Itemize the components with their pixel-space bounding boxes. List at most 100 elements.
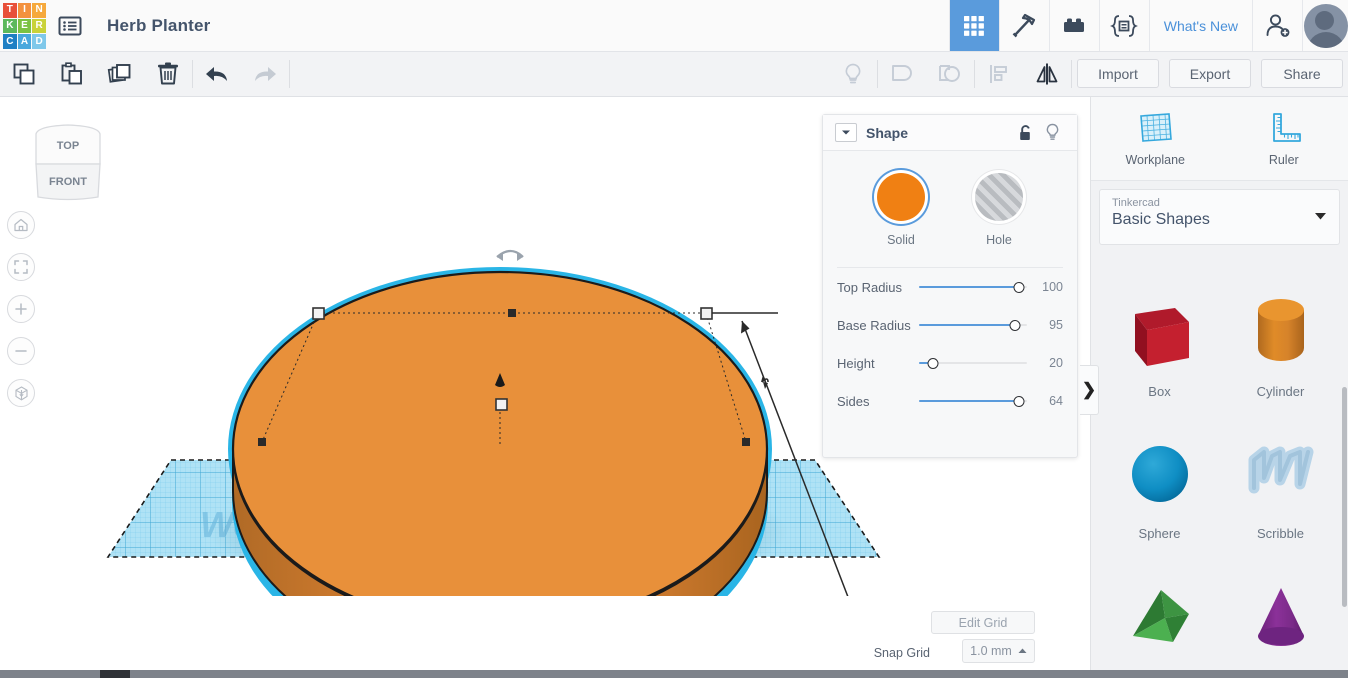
sidebar-item-workplane[interactable]: Workplane <box>1091 97 1220 180</box>
shape-item-sphere[interactable]: Sphere <box>1099 419 1220 559</box>
logo-letter-t: T <box>3 3 17 18</box>
group-icon[interactable] <box>878 52 926 96</box>
slider-label-top-radius: Top Radius <box>837 279 903 295</box>
snap-grid-select[interactable]: 1.0 mm <box>962 639 1035 663</box>
rotate-handle-top[interactable] <box>496 249 524 261</box>
logo-letter-a: A <box>17 34 32 49</box>
align-icon[interactable] <box>975 52 1023 96</box>
corner-handle-top-left <box>312 307 325 320</box>
redo-icon[interactable] <box>241 52 289 96</box>
shape-item-cylinder[interactable]: Cylinder <box>1220 277 1341 417</box>
shape-item-roof[interactable]: Roof <box>1099 561 1220 678</box>
import-button[interactable]: Import <box>1077 59 1159 88</box>
logo-letter-r: R <box>32 18 46 34</box>
slider-value-sides[interactable]: 64 <box>1033 394 1063 408</box>
sidebar-item-ruler[interactable]: Ruler <box>1220 97 1348 180</box>
whats-new-link[interactable]: What's New <box>1148 0 1252 51</box>
logo-letter-n: N <box>32 3 46 18</box>
tinkercad-logo[interactable]: T I N K E R C A D <box>0 0 47 52</box>
grid-view-icon[interactable] <box>948 0 999 51</box>
share-button[interactable]: Share <box>1261 59 1343 88</box>
library-name: Basic Shapes <box>1112 211 1210 228</box>
duplicate-icon[interactable] <box>96 52 144 96</box>
documents-list-button[interactable] <box>47 0 93 51</box>
footer-strip <box>0 670 1348 678</box>
shape-library-select[interactable]: Tinkercad Basic Shapes <box>1099 189 1340 245</box>
slider-label-sides: Sides <box>837 393 870 409</box>
shape-label-scribble: Scribble <box>1257 525 1304 541</box>
slider-sides: Sides 64 <box>823 382 1077 420</box>
shape-inspector-panel: Shape Solid Hole Top Radius 100 Base Rad… <box>822 114 1078 458</box>
shape-label-sphere: Sphere <box>1138 525 1181 541</box>
slider-label-height: Height <box>837 355 875 371</box>
codeblocks-icon[interactable] <box>1098 0 1149 51</box>
top-mode-icons: What's New <box>948 0 1348 51</box>
home-icon <box>13 217 29 233</box>
logo-grid: T I N K E R C A D <box>2 2 47 50</box>
hole-swatch[interactable] <box>975 173 1023 221</box>
delete-icon[interactable] <box>144 52 192 96</box>
top-bar: T I N K E R C A D Herb Planter What's Ne… <box>0 0 1348 52</box>
snap-grid-value: 1.0 mm <box>970 644 1012 658</box>
slider-value-base-radius[interactable]: 95 <box>1033 318 1063 332</box>
logo-letter-k: K <box>3 18 17 34</box>
view-cube-top-label: TOP <box>57 140 79 152</box>
slider-track-sides[interactable] <box>919 392 1033 410</box>
footer-seg-right <box>130 670 1348 678</box>
edit-toolbar: Import Export Share <box>0 52 1348 97</box>
codeblocks-pick-icon[interactable] <box>998 0 1049 51</box>
logo-letter-d: D <box>32 34 46 49</box>
toolbar-divider-5 <box>1071 60 1072 88</box>
chevron-down-icon[interactable] <box>1314 212 1327 221</box>
logo-letter-e: E <box>17 18 32 34</box>
light-bulb-icon[interactable] <box>829 52 877 96</box>
paste-icon[interactable] <box>48 52 96 96</box>
slider-value-height[interactable]: 20 <box>1033 356 1063 370</box>
fit-view-button[interactable] <box>7 253 35 281</box>
zoom-out-button[interactable] <box>7 337 35 365</box>
home-view-button[interactable] <box>7 211 35 239</box>
add-person-icon[interactable] <box>1252 0 1302 51</box>
copy-icon[interactable] <box>0 52 48 96</box>
corner-handle-top-right <box>700 307 713 320</box>
solid-option[interactable]: Solid <box>877 173 925 247</box>
solid-swatch[interactable] <box>877 173 925 221</box>
slider-track-top-radius[interactable] <box>919 278 1033 296</box>
shape-library-grid: Box Cylinder Sphere Scribble <box>1091 277 1348 678</box>
slider-value-top-radius[interactable]: 100 <box>1033 280 1063 294</box>
edge-handle-left <box>258 438 266 446</box>
export-button[interactable]: Export <box>1169 59 1251 88</box>
document-title[interactable]: Herb Planter <box>93 0 949 51</box>
sidebar-tools: Workplane Ruler <box>1091 97 1348 181</box>
sidebar-scrollbar[interactable] <box>1342 387 1347 607</box>
shape-item-box[interactable]: Box <box>1099 277 1220 417</box>
sidebar-label-workplane: Workplane <box>1125 152 1186 167</box>
slider-track-base-radius[interactable] <box>919 316 1033 334</box>
hole-option[interactable]: Hole <box>975 173 1023 247</box>
slider-label-base-radius: Base Radius <box>837 317 911 333</box>
avatar[interactable] <box>1302 0 1348 51</box>
mirror-icon[interactable] <box>1023 52 1071 96</box>
solid-label: Solid <box>887 233 915 247</box>
list-icon <box>58 14 82 38</box>
chevron-down-icon[interactable] <box>835 123 857 142</box>
view-cube[interactable]: TOP FRONT <box>28 122 101 204</box>
chevron-up-icon <box>1018 648 1027 654</box>
undo-icon[interactable] <box>193 52 241 96</box>
edit-grid-button[interactable]: Edit Grid <box>931 611 1035 634</box>
bricks-icon[interactable] <box>1048 0 1099 51</box>
snap-grid-label: Snap Grid <box>873 646 930 660</box>
avatar-image <box>1303 3 1348 48</box>
unlock-icon[interactable] <box>1013 124 1039 142</box>
ungroup-icon[interactable] <box>926 52 974 96</box>
shape-item-cone[interactable]: Cone <box>1220 561 1341 678</box>
chevron-right-icon[interactable]: ❯ <box>1080 365 1099 415</box>
shape-item-scribble[interactable]: Scribble <box>1220 419 1341 559</box>
footer-seg-left <box>0 670 100 678</box>
ortho-perspective-button[interactable] <box>7 379 35 407</box>
zoom-in-button[interactable] <box>7 295 35 323</box>
light-bulb-icon[interactable] <box>1039 123 1065 142</box>
slider-track-height[interactable] <box>919 354 1033 372</box>
inspector-title: Shape <box>866 124 909 141</box>
view-cube-front-label: FRONT <box>49 176 87 188</box>
